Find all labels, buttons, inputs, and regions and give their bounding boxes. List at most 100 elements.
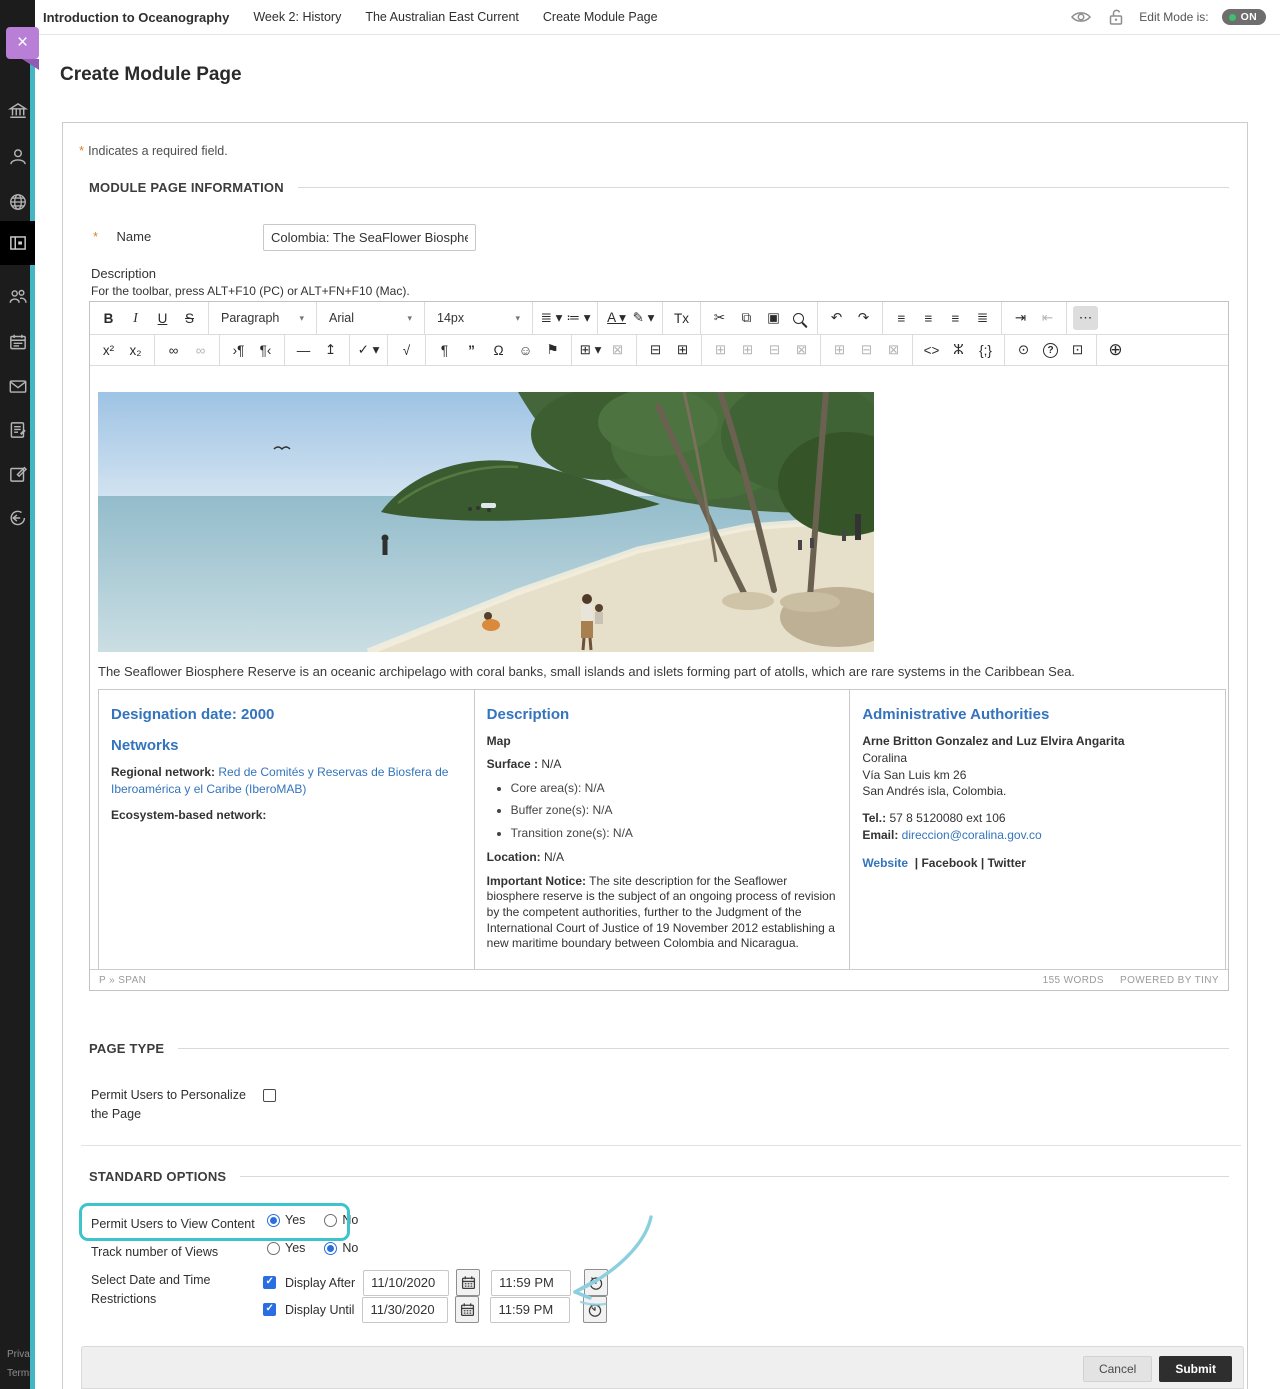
paragraph-format-dropdown[interactable]: Paragraph▾ [214,306,311,330]
name-input[interactable] [263,224,476,251]
horizontal-rule-button[interactable]: — [291,338,316,362]
footer-link[interactable]: Privacy [7,1345,31,1364]
display-after-time-input[interactable] [491,1270,571,1296]
submit-button[interactable]: Submit [1159,1356,1232,1382]
display-after-date-input[interactable] [363,1270,449,1296]
display-until-date-input[interactable] [362,1297,448,1323]
student-preview-icon[interactable] [1069,7,1093,27]
code-sample-button[interactable]: {;} [973,338,998,362]
delete-row-button[interactable]: ⊠ [789,338,814,362]
insert-table-button[interactable]: ⊞ ▾ [578,338,603,362]
display-after-clock-button[interactable] [584,1269,608,1296]
delete-column-button[interactable]: ⊠ [881,338,906,362]
align-right-button[interactable]: ≡ [943,306,968,330]
preview-button[interactable]: ⊙ [1011,338,1036,362]
breadcrumb-link[interactable]: Week 2: History [253,10,341,24]
redo-button[interactable]: ↷ [851,306,876,330]
bold-button[interactable]: B [96,306,121,330]
blockquote-button[interactable]: ” [459,338,484,362]
copy-button[interactable]: ⧉ [734,306,759,330]
social-links[interactable]: | Facebook | Twitter [915,856,1026,870]
display-until-checkbox[interactable] [263,1303,276,1316]
superscript-button[interactable]: x² [96,338,121,362]
display-until-clock-button[interactable] [583,1296,607,1323]
breadcrumb-link[interactable]: Introduction to Oceanography [43,10,229,25]
insert-content-button[interactable]: ↥ [318,338,343,362]
spellcheck-button[interactable]: ✓ ▾ [356,338,381,362]
strikethrough-button[interactable]: S [177,306,202,330]
font-family-dropdown[interactable]: Arial▾ [322,306,419,330]
calendar-icon[interactable] [0,321,35,363]
institution-icon[interactable] [0,90,35,132]
insert-row-below-button[interactable]: ⊞ [735,338,760,362]
align-left-button[interactable]: ≡ [889,306,914,330]
word-count[interactable]: 155 WORDS [1043,975,1104,986]
special-character-button[interactable]: Ω [486,338,511,362]
math-editor-button[interactable]: √ [394,338,419,362]
add-element-button[interactable]: ⊕ [1103,338,1128,362]
editor-content-area[interactable]: The Seaflower Biosphere Reserve is an oc… [90,366,1228,969]
merge-cells-button[interactable]: ⊞ [670,338,695,362]
cell-properties-button[interactable]: ⊟ [643,338,668,362]
website-link[interactable]: Website [862,856,908,870]
cut-button[interactable]: ✂ [707,306,732,330]
breadcrumb-link[interactable]: The Australian East Current [365,10,519,24]
bullet-list-button[interactable]: ≣ ▾ [539,306,564,330]
fullscreen-button[interactable]: ⊡ [1065,338,1090,362]
find-replace-button[interactable] [793,313,804,324]
insert-link-button[interactable]: ∞ [161,338,186,362]
close-menu-button[interactable]: × [6,27,39,59]
edit-mode-toggle[interactable]: ON [1222,9,1266,25]
display-after-calendar-button[interactable] [456,1269,480,1296]
rtl-paragraph-button[interactable]: ¶‹ [253,338,278,362]
outdent-button[interactable]: ⇤ [1035,306,1060,330]
align-center-button[interactable]: ≡ [916,306,941,330]
element-path[interactable]: P » SPAN [99,975,146,986]
display-after-checkbox[interactable] [263,1276,276,1289]
show-paragraph-button[interactable]: ¶ [432,338,457,362]
breadcrumb-link[interactable]: Create Module Page [543,10,658,24]
anchor-button[interactable]: ⚑ [540,338,565,362]
highlight-color-button[interactable]: ✎ ▾ [631,306,656,330]
row-properties-button[interactable]: ⊟ [762,338,787,362]
cancel-button[interactable]: Cancel [1083,1356,1152,1382]
insert-row-above-button[interactable]: ⊞ [708,338,733,362]
track-yes-radio[interactable] [267,1242,280,1255]
messages-icon[interactable] [0,365,35,407]
subscript-button[interactable]: x₂ [123,338,148,362]
email-link[interactable]: direccion@coralina.gov.co [902,828,1042,842]
paste-button[interactable]: ▣ [761,306,786,330]
display-until-calendar-button[interactable] [455,1296,479,1323]
logout-icon[interactable] [0,497,35,539]
delete-table-button[interactable]: ⊠ [605,338,630,362]
insert-column-button[interactable]: ⊞ [827,338,852,362]
emoticons-button[interactable]: ☺ [513,338,538,362]
globe-icon[interactable] [0,181,35,223]
unlocked-padlock-icon[interactable] [1106,7,1126,27]
undo-button[interactable]: ↶ [824,306,849,330]
track-no-radio[interactable] [324,1242,337,1255]
numbered-list-button[interactable]: ≔ ▾ [566,306,591,330]
font-size-dropdown[interactable]: 14px▾ [430,306,527,330]
accessibility-checker-button[interactable]: ⵣ [946,338,971,362]
profile-icon[interactable] [0,136,35,178]
italic-button[interactable]: I [123,306,148,330]
justify-button[interactable]: ≣ [970,306,995,330]
column-properties-button[interactable]: ⊟ [854,338,879,362]
gradebook-icon[interactable] [0,409,35,451]
source-code-button[interactable]: <> [919,338,944,362]
footer-link[interactable]: Terms [7,1364,31,1383]
edit-page-icon[interactable] [0,453,35,495]
indent-button[interactable]: ⇥ [1008,306,1033,330]
remove-link-button[interactable]: ∞ [188,338,213,362]
ltr-paragraph-button[interactable]: ›¶ [226,338,251,362]
personalize-checkbox[interactable] [263,1089,276,1102]
underline-button[interactable]: U [150,306,175,330]
text-color-button[interactable]: A ▾ [604,306,629,330]
content-pages-icon[interactable] [0,221,35,265]
groups-icon[interactable] [0,276,35,318]
clear-formatting-button[interactable]: Tx [669,306,694,330]
help-button[interactable]: ? [1043,343,1058,358]
more-tools-button[interactable]: ⋯ [1073,306,1098,330]
display-until-time-input[interactable] [490,1297,570,1323]
